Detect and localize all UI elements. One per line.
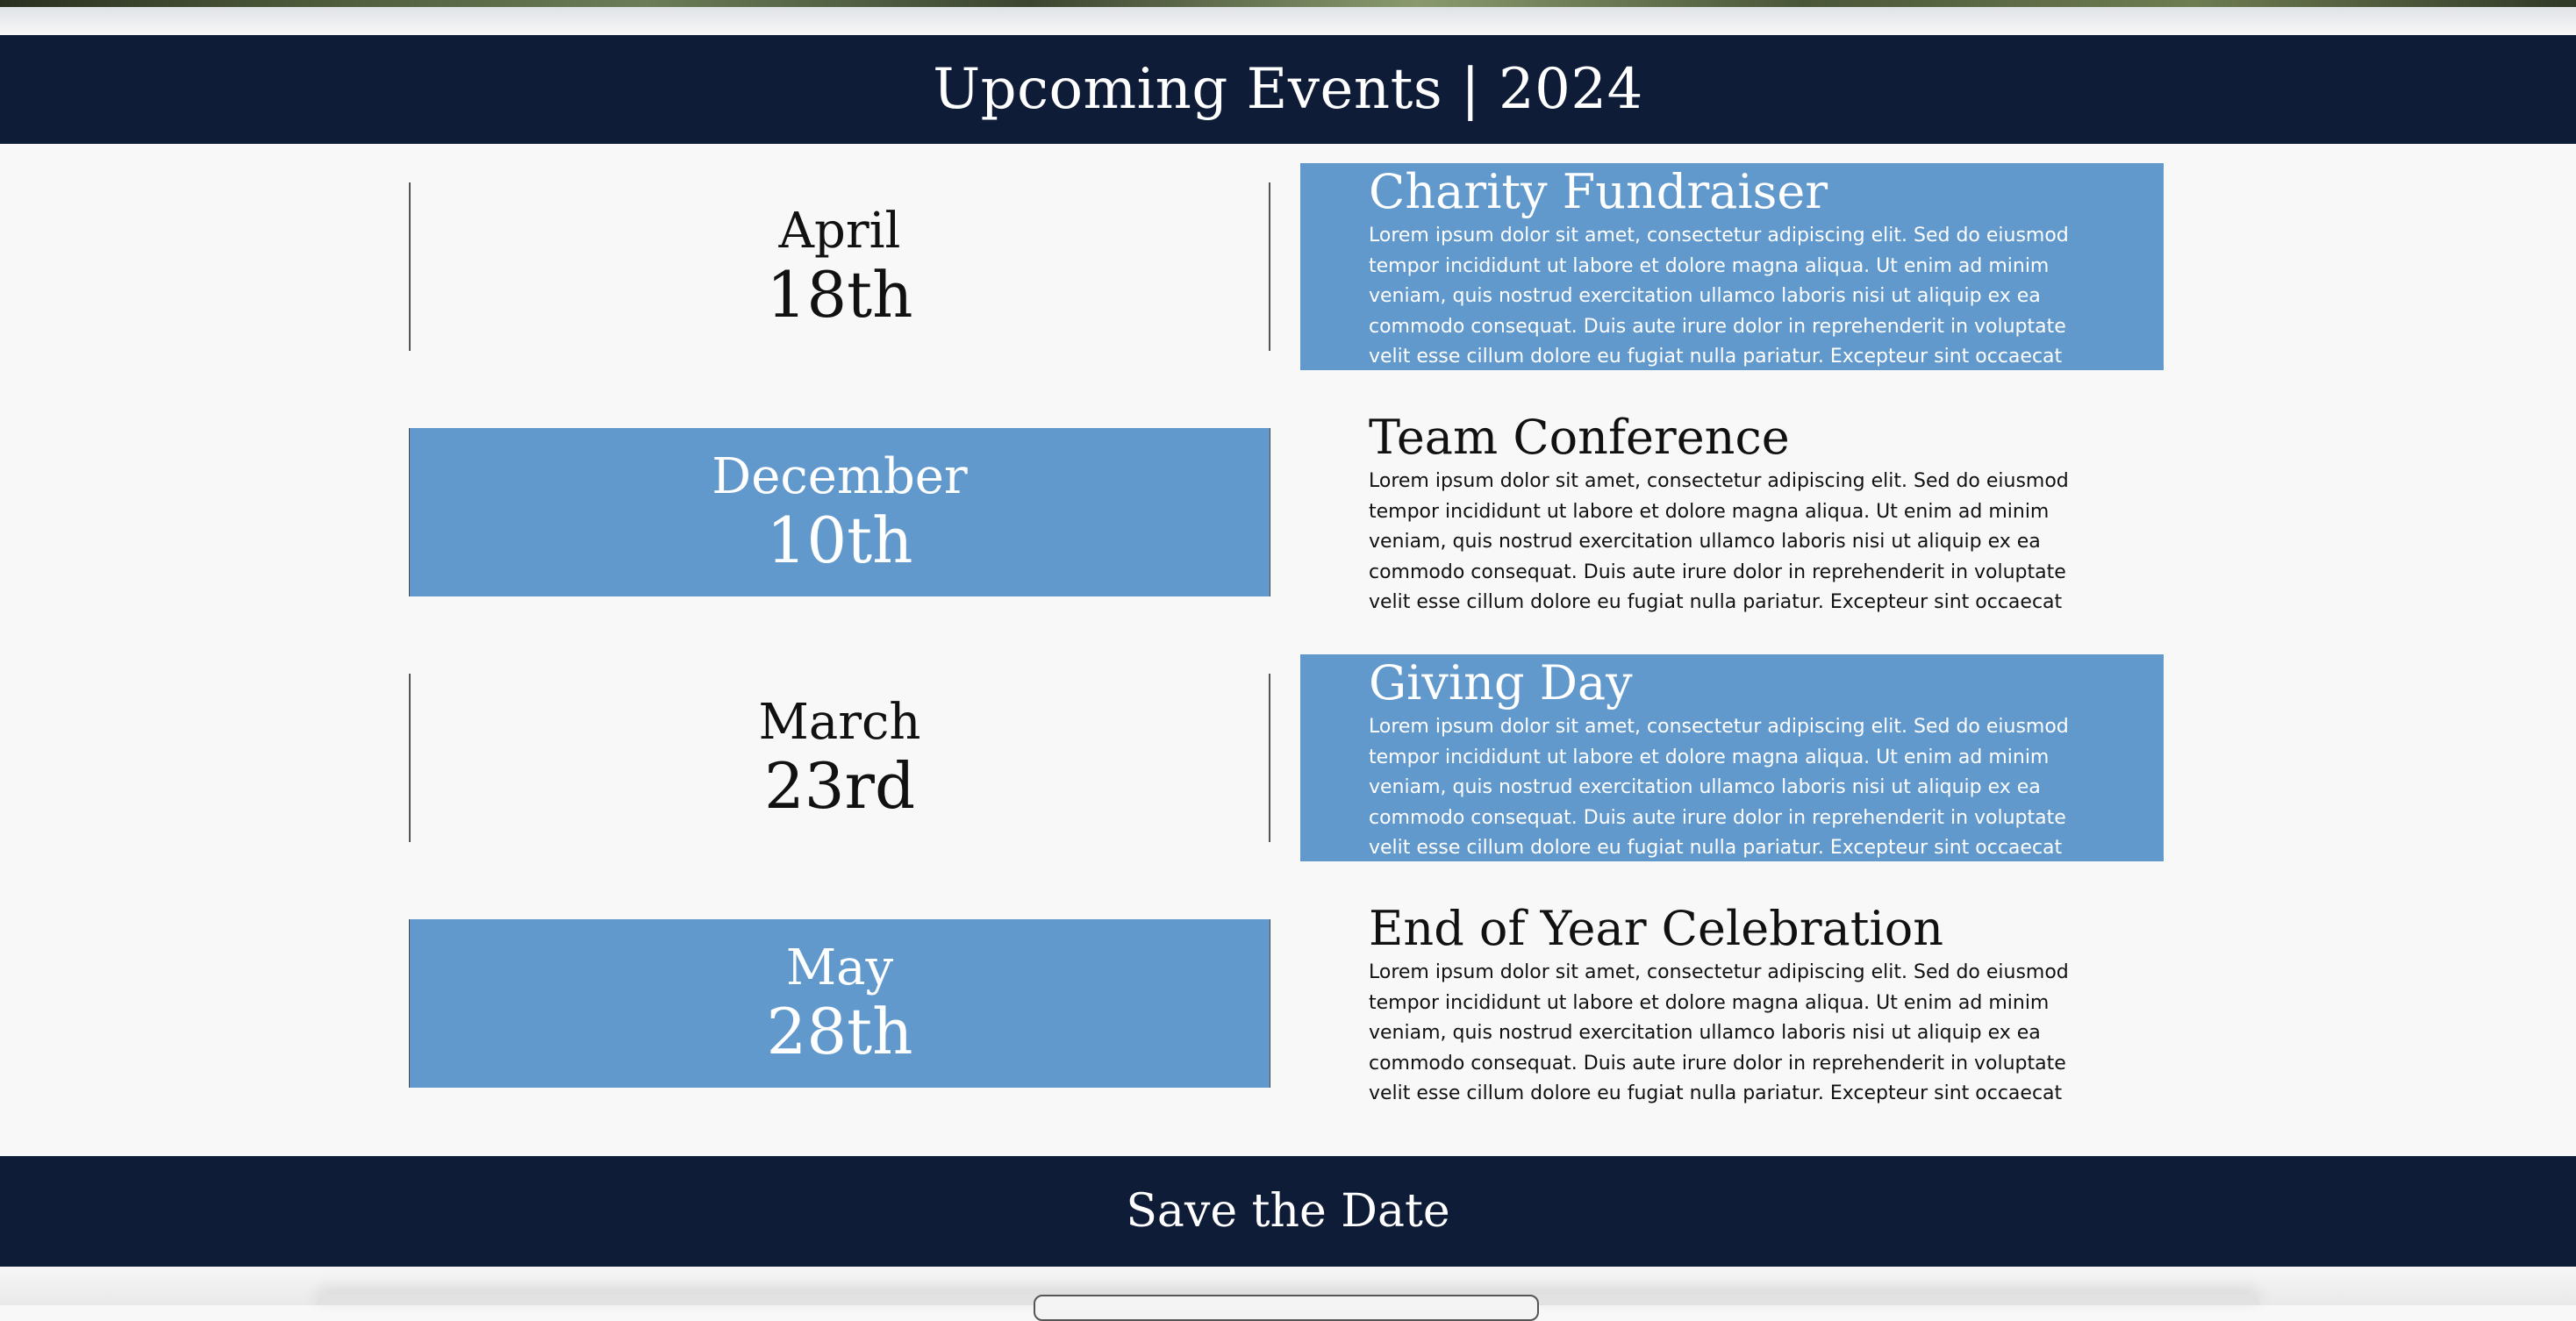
- event-row: December 10th Team Conference Lorem ipsu…: [0, 409, 2576, 616]
- event-description: Lorem ipsum dolor sit amet, consectetur …: [1369, 961, 2069, 1104]
- event-description: Lorem ipsum dolor sit amet, consectetur …: [1369, 225, 2069, 368]
- event-info-card: Giving Day Lorem ipsum dolor sit amet, c…: [1300, 654, 2164, 861]
- save-the-date-title: Save the Date: [1126, 1185, 1450, 1238]
- event-title: Charity Fundraiser: [1369, 164, 1828, 219]
- event-title: Giving Day: [1369, 655, 1633, 710]
- event-month: May: [785, 939, 894, 996]
- event-day: 28th: [766, 995, 913, 1068]
- event-info-card: Team Conference Lorem ipsum dolor sit am…: [1300, 409, 2164, 616]
- event-date: March 23rd: [409, 674, 1270, 842]
- page-header: Upcoming Events | 2024: [0, 35, 2576, 144]
- event-row: March 23rd Giving Day Lorem ipsum dolor …: [0, 654, 2576, 861]
- event-day: 10th: [766, 503, 913, 577]
- header-photo-strip: [0, 0, 2576, 7]
- event-row: May 28th End of Year Celebration Lorem i…: [0, 900, 2576, 1107]
- event-day: 18th: [766, 258, 913, 332]
- event-date: April 18th: [409, 182, 1270, 351]
- event-month: March: [758, 694, 921, 751]
- event-date: December 10th: [409, 428, 1270, 596]
- event-info-card: End of Year Celebration Lorem ipsum dolo…: [1300, 900, 2164, 1107]
- event-day: 23rd: [763, 749, 916, 823]
- event-title: End of Year Celebration: [1369, 901, 1944, 956]
- event-date: May 28th: [409, 919, 1270, 1088]
- save-the-date-banner: Save the Date: [0, 1156, 2576, 1267]
- event-month: April: [778, 203, 901, 260]
- header-photo-fade: [0, 7, 2576, 35]
- event-description: Lorem ipsum dolor sit amet, consectetur …: [1369, 470, 2069, 613]
- bottom-button[interactable]: [1034, 1295, 1539, 1321]
- event-month: December: [712, 448, 968, 505]
- event-info-card: Charity Fundraiser Lorem ipsum dolor sit…: [1300, 163, 2164, 370]
- event-row: April 18th Charity Fundraiser Lorem ipsu…: [0, 163, 2576, 370]
- event-title: Team Conference: [1369, 410, 1790, 465]
- event-description: Lorem ipsum dolor sit amet, consectetur …: [1369, 716, 2069, 859]
- page-title: Upcoming Events | 2024: [933, 57, 1643, 122]
